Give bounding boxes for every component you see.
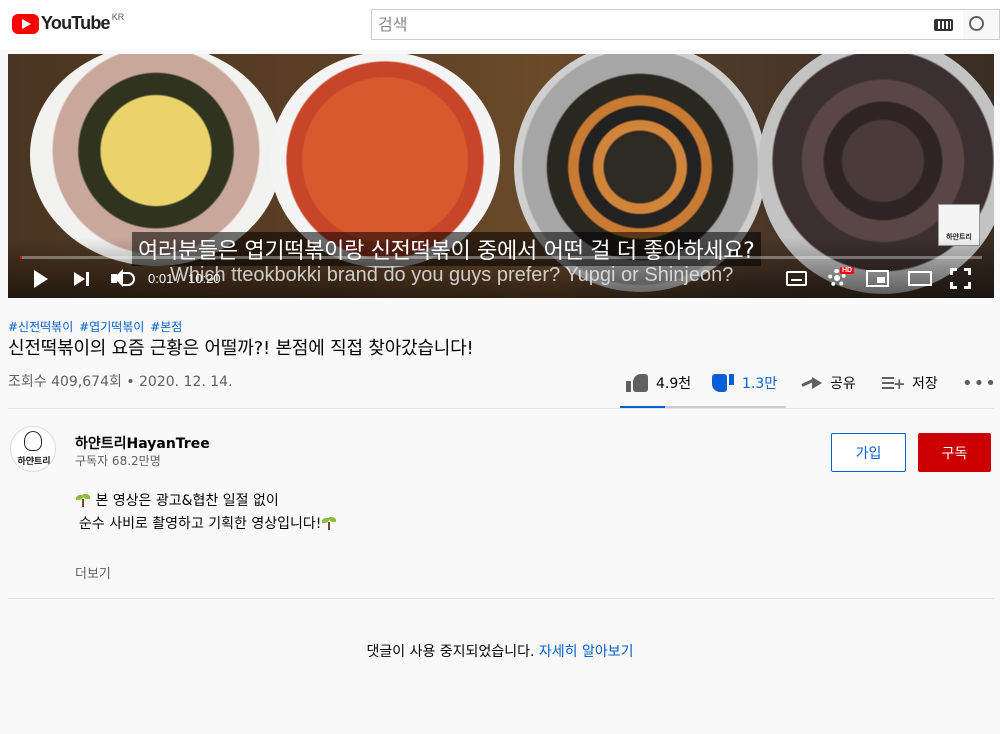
sprout-icon <box>75 493 91 507</box>
save-label: 저장 <box>912 376 938 392</box>
channel-avatar[interactable]: 하얀트리 <box>10 426 56 472</box>
search-button[interactable] <box>963 9 1000 40</box>
hashtag-link[interactable]: #엽기떡볶이 <box>79 320 144 334</box>
thumbs-up-icon <box>626 374 648 392</box>
subscribe-button[interactable]: 구독 <box>918 433 991 472</box>
divider <box>8 598 994 599</box>
view-count-date: 조회수 409,674회 • 2020. 12. 14. <box>8 374 233 390</box>
share-button[interactable]: 공유 <box>802 365 856 401</box>
play-icon[interactable] <box>34 270 48 288</box>
subtitle-english: Which tteokbokki brand do you guys prefe… <box>170 264 734 286</box>
progress-bar[interactable] <box>20 256 982 259</box>
miniplayer-icon[interactable] <box>866 270 889 287</box>
logo-text: YouTube <box>41 13 111 33</box>
subtitles-icon[interactable] <box>786 271 807 286</box>
like-button[interactable]: 4.9천 <box>626 365 691 401</box>
playlist-add-icon <box>882 375 906 391</box>
time-current: 0:01 / <box>148 271 181 286</box>
video-player[interactable]: 하얀트리 여러분들은 엽기떡볶이랑 신전떡볶이 중에서 어떤 걸 더 좋아하세요… <box>8 54 994 298</box>
region-code: KR <box>111 11 125 22</box>
show-more-button[interactable]: 더보기 <box>75 563 111 582</box>
next-icon[interactable] <box>74 271 90 287</box>
hd-badge: HD <box>840 267 855 274</box>
masthead: YouTube KR <box>0 0 1000 50</box>
theater-mode-icon[interactable] <box>908 271 932 286</box>
save-button[interactable]: 저장 <box>882 365 938 401</box>
time-total: 10:20 <box>188 271 221 286</box>
divider <box>8 408 994 409</box>
hashtags: #신전떡볶이 #엽기떡볶이 #본점 <box>8 318 184 335</box>
youtube-play-icon <box>12 13 39 34</box>
fullscreen-icon[interactable] <box>950 268 971 289</box>
video-description: 본 영상은 광고&협찬 일절 없이 순수 사비로 촬영하고 기획한 영상입니다! <box>75 490 337 536</box>
volume-icon[interactable] <box>111 268 135 290</box>
sprout-icon <box>321 516 337 530</box>
keyboard-icon[interactable] <box>934 19 953 31</box>
learn-more-link[interactable]: 자세히 알아보기 <box>539 644 634 660</box>
description-line: 순수 사비로 촬영하고 기획한 영상입니다! <box>75 513 337 536</box>
channel-name[interactable]: 하얀트리HayanTree <box>75 433 210 453</box>
more-actions-button[interactable]: ••• <box>962 365 997 401</box>
search-input[interactable] <box>372 10 922 39</box>
progress-played <box>20 256 22 259</box>
video-title: 신전떡볶이의 요즘 근황은 어떨까?! 본점에 직접 찾아갔습니다! <box>8 338 474 359</box>
tree-icon <box>24 431 42 451</box>
subtitle-korean: 여러분들은 엽기떡볶이랑 신전떡볶이 중에서 어떤 걸 더 좋아하세요? <box>132 232 761 266</box>
youtube-logo[interactable]: YouTube KR <box>12 11 125 34</box>
comments-disabled-notice: 댓글이 사용 중지되었습니다. 자세히 알아보기 <box>0 641 1000 661</box>
subscriber-count: 구독자 68.2만명 <box>75 454 161 468</box>
like-count: 4.9천 <box>656 376 692 392</box>
dislike-count: 1.3만 <box>742 376 778 392</box>
join-button[interactable]: 가입 <box>831 433 906 472</box>
video-actions: 4.9천 1.3만 공유 저장 ••• <box>620 365 997 409</box>
thumbs-down-icon <box>712 374 734 392</box>
more-horizontal-icon: ••• <box>962 372 997 394</box>
avatar-text: 하얀트리 <box>17 457 51 467</box>
search-box <box>371 9 964 40</box>
description-line: 본 영상은 광고&협찬 일절 없이 <box>75 490 337 513</box>
dislike-button[interactable]: 1.3만 <box>712 365 777 401</box>
share-icon <box>802 375 822 391</box>
hashtag-link[interactable]: #신전떡볶이 <box>8 320 73 334</box>
hashtag-link[interactable]: #본점 <box>150 320 182 334</box>
comments-disabled-text: 댓글이 사용 중지되었습니다. <box>366 644 535 660</box>
share-label: 공유 <box>830 376 856 392</box>
